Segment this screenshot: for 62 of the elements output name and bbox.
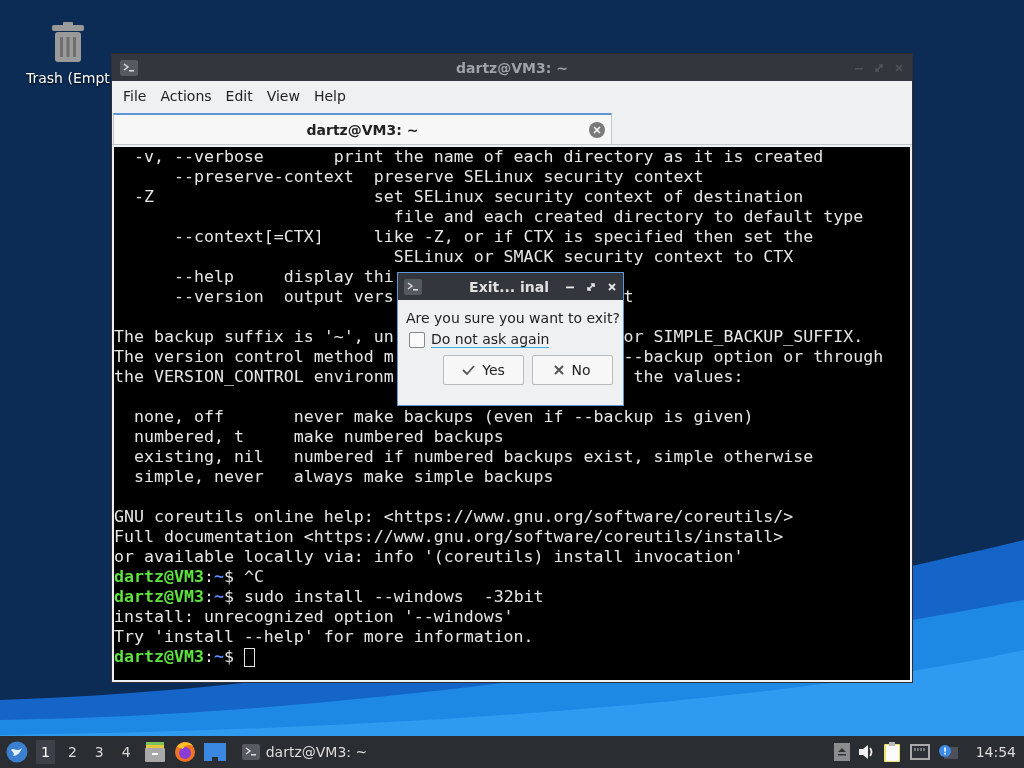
- terminal-text: -Z set SELinux security context of destination: [132, 187, 804, 207]
- taskbar-task[interactable]: dartz@VM3: ~: [241, 744, 368, 760]
- terminal-text: file and each created directory to default type: [392, 207, 864, 227]
- workspace-button[interactable]: 2: [62, 740, 82, 764]
- terminal-text: or available locally via: info '(coreutils) install invocation': [114, 547, 744, 567]
- workspace-button[interactable]: 3: [89, 740, 109, 764]
- terminal-text: SELinux or SMACK security context to CTX: [392, 247, 794, 267]
- terminal-text: install: unrecognized option '--windows': [114, 607, 514, 627]
- check-icon: [462, 364, 476, 376]
- menu-item[interactable]: Help: [306, 86, 353, 106]
- checkbox-label[interactable]: Do not ask again: [431, 331, 550, 348]
- prompt-line: dartz@VM3:~$ sudo install --windows -32bit: [114, 587, 544, 607]
- cross-icon: [554, 365, 565, 375]
- terminal-text: The version control method m: [114, 347, 394, 366]
- terminal-text: or SIMPLE_BACKUP_SUFFIX.: [623, 327, 864, 347]
- terminal-icon: [241, 744, 260, 760]
- terminal-text: The backup suffix is '~', un: [114, 327, 394, 346]
- terminal-text: t: [623, 287, 634, 307]
- terminal-text: -v, --verbose print the name of each directory as it is created: [132, 147, 824, 167]
- dialog-title: Exit... inal: [469, 278, 549, 295]
- clipboard-icon[interactable]: [883, 742, 902, 762]
- menu-item[interactable]: View: [259, 86, 307, 106]
- clock[interactable]: 14:54: [975, 744, 1016, 760]
- checkbox[interactable]: [409, 331, 425, 348]
- start-menu-icon[interactable]: [6, 741, 28, 763]
- file-cabinet-icon[interactable]: [143, 742, 166, 762]
- terminal-text: Full documentation <https://www.gnu.org/software/coreutils/install>: [114, 527, 784, 547]
- menu-item[interactable]: File: [116, 86, 154, 106]
- terminal-text: the values:: [632, 367, 744, 387]
- desktop-icon-label[interactable]: Trash (Empt: [26, 70, 110, 86]
- no-button[interactable]: No: [532, 355, 613, 385]
- prompt-line: dartz@VM3:~$: [114, 647, 234, 667]
- terminal-area[interactable]: [114, 147, 910, 680]
- terminal-text: none, off never make backups (even if --backup is given): [132, 407, 754, 427]
- eject-icon[interactable]: [833, 743, 850, 761]
- terminal-text: simple, never always make simple backups: [132, 467, 554, 487]
- yes-button[interactable]: Yes: [443, 355, 524, 385]
- terminal-text: the VERSION_CONTROL environm: [114, 367, 394, 386]
- network-icon[interactable]: [909, 744, 930, 760]
- terminal-text: existing, nil numbered if numbered backups exist, simple otherwise: [132, 447, 814, 467]
- terminal-text: numbered, t make numbered backups: [132, 427, 504, 447]
- terminal-text: --help display thi: [172, 267, 394, 287]
- workspace-button[interactable]: 4: [116, 740, 136, 764]
- menu-item[interactable]: Actions: [153, 86, 219, 106]
- terminal-text: --context[=CTX] like -Z, or if CTX is specified then set the: [172, 227, 814, 247]
- prompt-line: dartz@VM3:~$ ^C: [114, 567, 264, 587]
- window-icon[interactable]: [203, 743, 226, 761]
- terminal-icon: [404, 278, 422, 295]
- terminal-icon: [120, 59, 138, 76]
- notification-icon[interactable]: [937, 744, 958, 760]
- terminal-text: --version output vers: [172, 287, 394, 306]
- terminal-text: --backup option or through: [623, 347, 884, 367]
- trash-icon[interactable]: [49, 22, 86, 62]
- menu-item[interactable]: Edit: [218, 86, 260, 106]
- close-tab-icon[interactable]: [589, 121, 605, 138]
- terminal-tab[interactable]: dartz@VM3: ~: [113, 113, 612, 144]
- browser-icon[interactable]: [173, 741, 196, 763]
- window-title: dartz@VM3: ~: [456, 59, 568, 76]
- terminal-text: --preserve-context preserve SELinux security context: [172, 167, 704, 187]
- terminal-text: GNU coreutils online help: <https://www.gnu.org/software/coreutils/>: [114, 507, 794, 527]
- workspace-button[interactable]: 1: [36, 740, 55, 764]
- terminal-text: Try 'install --help' for more information.: [114, 627, 534, 647]
